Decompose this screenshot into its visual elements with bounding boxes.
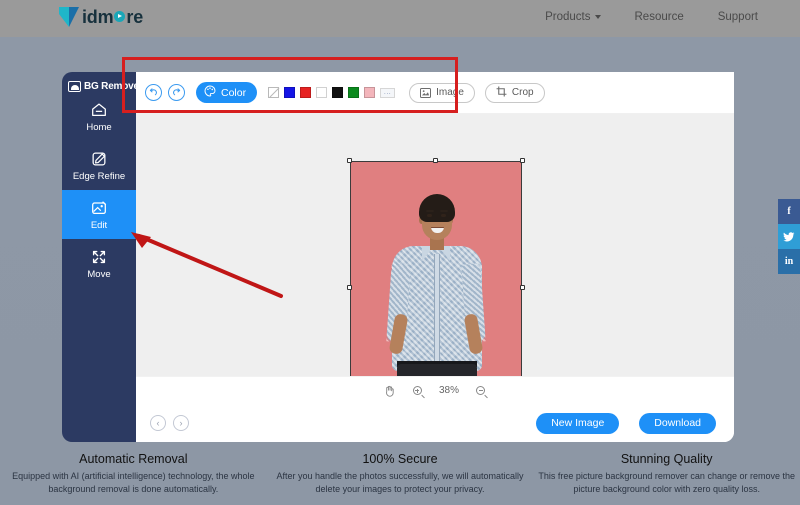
sidebar-item-edit[interactable]: Edit [62, 190, 136, 239]
logo-wordmark: idm re [82, 7, 143, 28]
zoom-controls: 38% [136, 376, 734, 404]
logo-play-dot-icon [114, 11, 125, 22]
social-share-rail: f in [778, 199, 800, 274]
person-photo-subject [378, 194, 494, 376]
swatch-red[interactable] [300, 87, 311, 98]
crop-button-label: Crop [512, 87, 534, 98]
eye-left [427, 214, 432, 217]
nav-item-support[interactable]: Support [718, 11, 758, 23]
feature-heading: Stunning Quality [533, 452, 800, 466]
app-title-label: BG Remover [84, 81, 143, 92]
photo-with-pink-background [350, 161, 522, 376]
sidebar-item-home[interactable]: Home [62, 92, 136, 141]
sidebar-label-move: Move [87, 269, 110, 280]
editor-canvas[interactable] [136, 114, 734, 376]
image-icon [420, 88, 431, 98]
zoom-level-label: 38% [439, 385, 459, 396]
logo-text-b: re [126, 7, 143, 28]
feature-body: Equipped with AI (artificial intelligenc… [0, 470, 267, 496]
sidebar-item-edge-refine[interactable]: Edge Refine [62, 141, 136, 190]
feature-automatic-removal: Automatic Removal Equipped with AI (arti… [0, 447, 267, 505]
app-title: BG Remover [62, 72, 136, 92]
bg-remover-logo-icon [68, 81, 81, 92]
features-section: Automatic Removal Equipped with AI (arti… [0, 447, 800, 505]
facebook-icon[interactable]: f [778, 199, 800, 224]
nav-label-support: Support [718, 11, 758, 23]
feature-stunning-quality: Stunning Quality This free picture backg… [533, 447, 800, 505]
color-swatch-list: ... [268, 87, 395, 98]
previous-image-button[interactable]: ‹ [150, 415, 166, 431]
bg-remover-app-window: BG Remover Home Edge Refine [62, 72, 734, 442]
linkedin-icon[interactable]: in [778, 249, 800, 274]
next-image-button[interactable]: › [173, 415, 189, 431]
sidebar-label-edge-refine: Edge Refine [73, 171, 125, 182]
resize-handle-middle-left[interactable] [347, 285, 352, 290]
feature-heading: Automatic Removal [0, 452, 267, 466]
sidebar-label-edit: Edit [91, 220, 107, 231]
nav-label-resource: Resource [635, 11, 684, 23]
swatch-transparent[interactable] [268, 87, 279, 98]
feature-100-secure: 100% Secure After you handle the photos … [267, 447, 534, 505]
hand-icon[interactable] [383, 384, 396, 397]
logo-text-a: idm [82, 7, 113, 28]
nav-label-products: Products [545, 11, 590, 23]
feature-heading: 100% Secure [267, 452, 534, 466]
sidebar-label-home: Home [86, 122, 111, 133]
feature-body: This free picture background remover can… [533, 470, 800, 496]
more-colors-button[interactable]: ... [380, 88, 395, 98]
swatch-white[interactable] [316, 87, 327, 98]
sidebar-item-move[interactable]: Move [62, 239, 136, 288]
edge-refine-icon [90, 150, 108, 168]
image-button[interactable]: Image [409, 83, 475, 103]
download-button[interactable]: Download [639, 413, 716, 434]
crop-button[interactable]: Crop [485, 83, 545, 103]
main-navigation: Products Resource Support [545, 11, 758, 23]
swatch-pink[interactable] [364, 87, 375, 98]
undo-icon [149, 88, 158, 97]
image-button-label: Image [436, 87, 464, 98]
feature-body: After you handle the photos successfully… [267, 470, 534, 496]
chevron-down-icon [595, 15, 601, 19]
shirt-placket [434, 254, 440, 371]
hair [419, 194, 455, 222]
vidmore-logo[interactable]: idm re [58, 5, 143, 29]
editor-toolbar: Color ... Image [136, 72, 734, 114]
site-header: idm re Products Resource Support [0, 0, 800, 37]
resize-handle-top-left[interactable] [347, 158, 352, 163]
resize-handle-top-right[interactable] [520, 158, 525, 163]
eye-right [441, 214, 446, 217]
eyebrow-left [426, 210, 434, 212]
home-icon [90, 101, 108, 119]
resize-handle-middle-right[interactable] [520, 285, 525, 290]
color-button[interactable]: Color [196, 82, 257, 103]
swatch-blue[interactable] [284, 87, 295, 98]
app-main-area: Color ... Image [136, 72, 734, 442]
new-image-button[interactable]: New Image [536, 413, 619, 434]
color-button-label: Color [221, 87, 246, 99]
nav-item-products[interactable]: Products [545, 11, 600, 23]
app-sidebar: BG Remover Home Edge Refine [62, 72, 136, 442]
selected-image-container[interactable] [350, 161, 522, 376]
vidmore-v-icon [58, 5, 80, 29]
palette-icon [204, 85, 216, 100]
swatch-black[interactable] [332, 87, 343, 98]
twitter-icon[interactable] [778, 224, 800, 249]
nav-item-resource[interactable]: Resource [635, 11, 684, 23]
app-footer-bar: ‹ › New Image Download [136, 404, 734, 442]
eyebrow-right [440, 210, 448, 212]
move-icon [90, 248, 108, 266]
swatch-green[interactable] [348, 87, 359, 98]
zoom-out-icon[interactable] [474, 384, 487, 397]
edit-image-icon [90, 199, 108, 217]
undo-button[interactable] [145, 84, 162, 101]
redo-button[interactable] [168, 84, 185, 101]
resize-handle-top-center[interactable] [433, 158, 438, 163]
crop-icon [496, 86, 507, 100]
redo-icon [172, 88, 181, 97]
trousers [397, 364, 477, 376]
zoom-in-icon[interactable] [411, 384, 424, 397]
